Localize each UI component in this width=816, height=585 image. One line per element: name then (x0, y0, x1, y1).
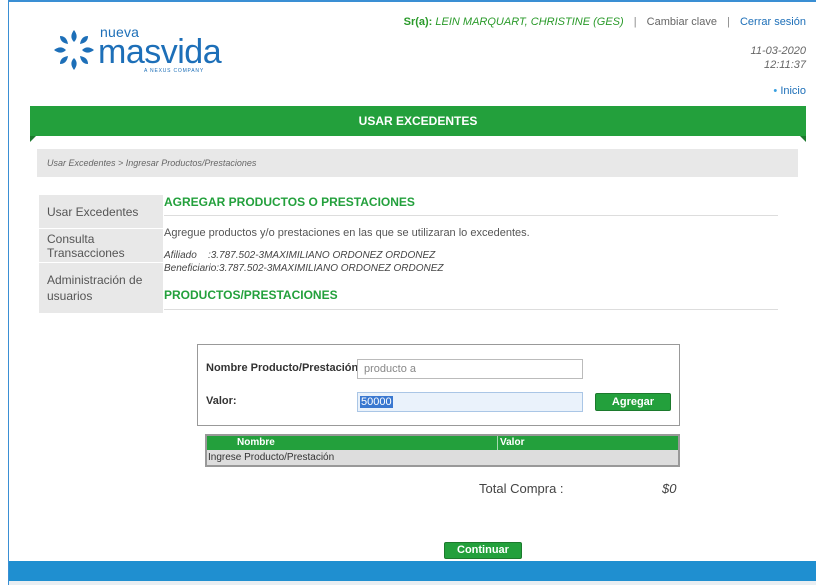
banner-fold-left (30, 136, 36, 142)
total-label: Total Compra : (479, 481, 564, 496)
total-value: $0 (662, 481, 677, 496)
column-header-nombre: Nombre (237, 437, 275, 448)
separator: | (727, 16, 730, 28)
logout-link[interactable]: Cerrar sesión (740, 16, 806, 28)
value-input-text: 50000 (360, 396, 393, 408)
sidebar-item-label: Consulta Transacciones (47, 231, 125, 260)
affiliate-value: :3.787.502-3MAXIMILIANO ORDONEZ ORDONEZ (207, 250, 436, 261)
continue-button[interactable]: Continuar (444, 542, 522, 559)
section-title: AGREGAR PRODUCTOS O PRESTACIONES (164, 195, 778, 216)
column-header-valor: Valor (500, 437, 525, 448)
section-description: Agregue productos y/o prestaciones en la… (164, 227, 530, 239)
logo-tagline: A NEXUS COMPANY (144, 68, 204, 74)
banner-fold-right (800, 136, 806, 142)
window-left-border (0, 0, 9, 585)
user-session-bar: Sr(a): LEIN MARQUART, CHRISTINE (GES) | … (404, 16, 806, 28)
member-info: Afiliado :3.787.502-3MAXIMILIANO ORDONEZ… (164, 249, 778, 275)
products-section-title: PRODUCTOS/PRESTACIONES (164, 288, 778, 310)
window-top-border (9, 0, 816, 2)
user-name: LEIN MARQUART, CHRISTINE (GES) (435, 16, 624, 28)
affiliate-line: Afiliado :3.787.502-3MAXIMILIANO ORDONEZ… (164, 249, 778, 262)
page-title-banner: USAR EXCEDENTES (30, 106, 806, 136)
current-date: 11-03-2020 (750, 45, 806, 57)
product-form: Nombre Producto/Prestación : producto a … (197, 344, 680, 426)
current-time: 12:11:37 (763, 59, 806, 71)
product-name-input[interactable]: producto a (357, 359, 583, 379)
sidebar-item-administracion-usuarios[interactable]: Administración de usuarios (39, 263, 163, 314)
bullet-icon: • (773, 85, 778, 97)
logo-cross-icon (54, 30, 94, 70)
value-label: Valor: (206, 395, 237, 407)
add-button[interactable]: Agregar (595, 393, 671, 411)
breadcrumb: Usar Excedentes > Ingresar Productos/Pre… (37, 149, 798, 177)
product-name-label: Nombre Producto/Prestación : (206, 362, 365, 374)
sidebar-item-consulta-transacciones[interactable]: Consulta Transacciones (39, 229, 163, 263)
change-password-link[interactable]: Cambiar clave (647, 16, 717, 28)
logo-masvida-text: masvida (98, 33, 222, 71)
nuevamasvida-logo[interactable]: nueva masvida A NEXUS COMPANY (52, 22, 232, 82)
sidebar-item-label: Usar Excedentes (47, 204, 139, 219)
table-header: Nombre Valor (207, 436, 678, 450)
separator: | (633, 16, 637, 28)
column-divider (497, 436, 498, 450)
affiliate-label: Afiliado (164, 250, 197, 261)
home-link-label: Inicio (780, 85, 806, 97)
footer-bottom-strip (9, 581, 816, 585)
products-table: Nombre Valor Ingrese Producto/Prestación (205, 434, 680, 467)
value-input[interactable]: 50000 (357, 392, 583, 412)
sidebar: Usar Excedentes Consulta Transacciones A… (39, 195, 163, 314)
page-title: USAR EXCEDENTES (358, 114, 478, 128)
home-link[interactable]: • Inicio (773, 85, 806, 97)
beneficiary-label: Beneficiario: (164, 263, 220, 274)
sidebar-item-usar-excedentes[interactable]: Usar Excedentes (39, 195, 163, 229)
user-prefix: Sr(a): (403, 16, 433, 28)
main-content: AGREGAR PRODUCTOS O PRESTACIONES Agregue… (164, 195, 778, 310)
beneficiary-line: Beneficiario:3.787.502-3MAXIMILIANO ORDO… (164, 262, 778, 275)
table-row: Ingrese Producto/Prestación (207, 450, 678, 465)
sidebar-item-label: Administración de usuarios (47, 273, 143, 303)
beneficiary-value: 3.787.502-3MAXIMILIANO ORDONEZ ORDONEZ (219, 263, 444, 274)
footer-bar (9, 561, 816, 581)
